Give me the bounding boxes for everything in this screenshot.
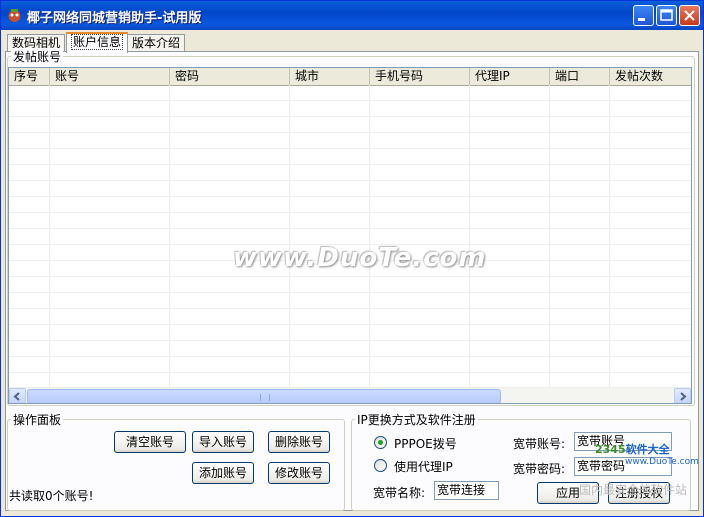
edit-account-button[interactable]: 修改账号 <box>268 462 330 484</box>
pppoe-radio-label[interactable]: PPPOE拨号 <box>394 435 457 452</box>
accounts-list-header: 序号 账号 密码 城市 手机号码 代理IP 端口 发帖次数 <box>9 68 691 86</box>
row-gridline <box>9 228 691 229</box>
column-header-index[interactable]: 序号 <box>9 68 50 85</box>
row-gridline <box>9 116 691 117</box>
column-header-city[interactable]: 城市 <box>290 68 370 85</box>
maximize-button[interactable] <box>656 5 677 26</box>
tab-account-info[interactable]: 账户信息 <box>66 32 129 53</box>
row-gridline <box>9 196 691 197</box>
tab-label: 账户信息 <box>71 34 124 50</box>
accounts-group-label: 发帖账号 <box>11 48 64 65</box>
accounts-list-body <box>9 85 691 387</box>
scroll-right-button[interactable] <box>674 388 691 403</box>
row-gridline <box>9 212 691 213</box>
column-header-phone[interactable]: 手机号码 <box>370 68 470 85</box>
import-accounts-button[interactable]: 导入账号 <box>192 431 254 453</box>
window-title: 椰子网络同城营销助手-试用版 <box>27 11 202 26</box>
row-gridline <box>9 180 691 181</box>
horizontal-scrollbar[interactable] <box>9 387 691 403</box>
row-gridline <box>9 356 691 357</box>
column-header-port[interactable]: 端口 <box>550 68 610 85</box>
clear-accounts-button[interactable]: 清空账号 <box>114 431 186 453</box>
column-header-password[interactable]: 密码 <box>170 68 290 85</box>
minimize-icon <box>638 18 645 21</box>
column-header-proxy-ip[interactable]: 代理IP <box>470 68 550 85</box>
tab-label: 版本介绍 <box>132 36 181 50</box>
add-account-button[interactable]: 添加账号 <box>192 462 254 484</box>
row-gridline <box>9 132 691 133</box>
app-icon <box>8 9 21 22</box>
column-header-post-count[interactable]: 发帖次数 <box>610 68 691 85</box>
watermark-text: www.DuoTe.com <box>233 243 487 273</box>
broadband-name-input[interactable]: 宽带连接 <box>434 481 499 500</box>
title-bar[interactable]: 椰子网络同城营销助手-试用版 <box>1 1 703 30</box>
delete-account-button[interactable]: 删除账号 <box>268 431 330 453</box>
operation-panel-label: 操作面板 <box>11 411 64 428</box>
ip-register-panel-label: IP更换方式及软件注册 <box>355 411 478 428</box>
minimize-button[interactable] <box>633 5 654 26</box>
grip-icon <box>260 394 270 401</box>
close-icon <box>684 10 695 21</box>
proxy-ip-radio[interactable] <box>374 459 387 472</box>
status-text: 共读取0个账号! <box>9 489 94 503</box>
row-gridline <box>9 148 691 149</box>
row-gridline <box>9 340 691 341</box>
row-gridline <box>9 276 691 277</box>
broadband-password-label: 宽带密码: <box>513 462 566 476</box>
pppoe-radio[interactable] <box>374 436 387 449</box>
app-window: 椰子网络同城营销助手-试用版 数码相机 账户信息 版本介绍 发帖账号 序号 账号… <box>0 0 704 517</box>
row-gridline <box>9 292 691 293</box>
broadband-name-label: 宽带名称: <box>373 486 426 500</box>
accounts-list[interactable]: 序号 账号 密码 城市 手机号码 代理IP 端口 发帖次数 <box>8 67 692 404</box>
brand-watermark: 2345软件大全 <box>595 441 670 457</box>
row-gridline <box>9 100 691 101</box>
chevron-right-icon <box>680 392 687 401</box>
scroll-thumb[interactable] <box>27 389 501 403</box>
brand-number: 2345 <box>595 443 626 456</box>
brand-name: 软件大全 <box>625 443 670 456</box>
row-gridline <box>9 324 691 325</box>
column-header-account[interactable]: 账号 <box>50 68 170 85</box>
row-gridline <box>9 372 691 373</box>
proxy-ip-radio-label[interactable]: 使用代理IP <box>394 458 453 475</box>
chevron-left-icon <box>13 392 20 401</box>
close-button[interactable] <box>679 5 700 26</box>
brand-tagline: 国内最安全的软件站 <box>579 483 688 497</box>
row-gridline <box>9 164 691 165</box>
maximize-icon <box>660 9 673 21</box>
scroll-left-button[interactable] <box>9 388 26 403</box>
broadband-account-label: 宽带账号: <box>513 437 566 451</box>
tab-version-intro[interactable]: 版本介绍 <box>127 34 186 52</box>
brand-url: www.DuoTe.com <box>625 457 699 467</box>
row-gridline <box>9 308 691 309</box>
